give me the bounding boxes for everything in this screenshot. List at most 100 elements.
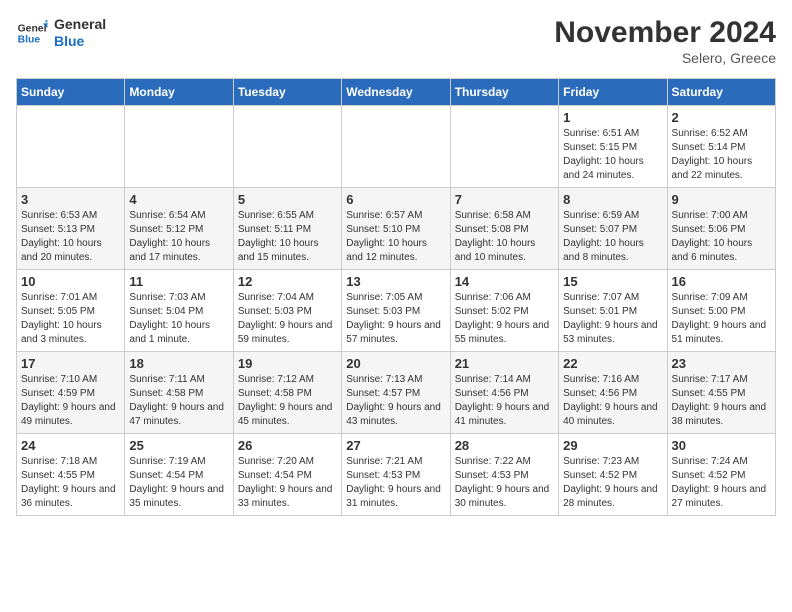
day-number: 4 xyxy=(129,192,228,207)
day-info: Sunrise: 7:13 AM Sunset: 4:57 PM Dayligh… xyxy=(346,373,445,429)
day-info: Sunrise: 7:04 AM Sunset: 5:03 PM Dayligh… xyxy=(238,291,337,347)
calendar-cell: 18 Sunrise: 7:11 AM Sunset: 4:58 PM Dayli… xyxy=(125,352,233,434)
day-info: Sunrise: 7:07 AM Sunset: 5:01 PM Dayligh… xyxy=(563,291,662,347)
weekday-header: Friday xyxy=(559,79,667,106)
day-number: 23 xyxy=(672,356,771,371)
day-info: Sunrise: 6:53 AM Sunset: 5:13 PM Dayligh… xyxy=(21,209,120,265)
calendar-cell: 13 Sunrise: 7:05 AM Sunset: 5:03 PM Dayli… xyxy=(342,270,450,352)
day-number: 8 xyxy=(563,192,662,207)
day-info: Sunrise: 7:03 AM Sunset: 5:04 PM Dayligh… xyxy=(129,291,228,347)
day-number: 17 xyxy=(21,356,120,371)
location-subtitle: Selero, Greece xyxy=(554,50,776,66)
calendar-cell xyxy=(233,106,341,188)
day-number: 7 xyxy=(455,192,554,207)
day-number: 14 xyxy=(455,274,554,289)
calendar-cell xyxy=(450,106,558,188)
day-info: Sunrise: 7:12 AM Sunset: 4:58 PM Dayligh… xyxy=(238,373,337,429)
day-info: Sunrise: 7:06 AM Sunset: 5:02 PM Dayligh… xyxy=(455,291,554,347)
weekday-header: Tuesday xyxy=(233,79,341,106)
day-info: Sunrise: 6:58 AM Sunset: 5:08 PM Dayligh… xyxy=(455,209,554,265)
day-number: 29 xyxy=(563,438,662,453)
day-number: 21 xyxy=(455,356,554,371)
calendar-cell: 3 Sunrise: 6:53 AM Sunset: 5:13 PM Daylig… xyxy=(17,188,125,270)
calendar-cell: 29 Sunrise: 7:23 AM Sunset: 4:52 PM Dayli… xyxy=(559,434,667,516)
calendar-table: SundayMondayTuesdayWednesdayThursdayFrid… xyxy=(16,78,776,516)
calendar-cell: 5 Sunrise: 6:55 AM Sunset: 5:11 PM Daylig… xyxy=(233,188,341,270)
calendar-cell: 19 Sunrise: 7:12 AM Sunset: 4:58 PM Dayli… xyxy=(233,352,341,434)
calendar-cell: 30 Sunrise: 7:24 AM Sunset: 4:52 PM Dayli… xyxy=(667,434,775,516)
calendar-cell: 27 Sunrise: 7:21 AM Sunset: 4:53 PM Dayli… xyxy=(342,434,450,516)
day-info: Sunrise: 6:51 AM Sunset: 5:15 PM Dayligh… xyxy=(563,127,662,183)
day-info: Sunrise: 6:54 AM Sunset: 5:12 PM Dayligh… xyxy=(129,209,228,265)
calendar-cell: 14 Sunrise: 7:06 AM Sunset: 5:02 PM Dayli… xyxy=(450,270,558,352)
day-info: Sunrise: 7:05 AM Sunset: 5:03 PM Dayligh… xyxy=(346,291,445,347)
day-number: 11 xyxy=(129,274,228,289)
day-info: Sunrise: 7:09 AM Sunset: 5:00 PM Dayligh… xyxy=(672,291,771,347)
day-number: 9 xyxy=(672,192,771,207)
weekday-header: Sunday xyxy=(17,79,125,106)
calendar-cell: 20 Sunrise: 7:13 AM Sunset: 4:57 PM Dayli… xyxy=(342,352,450,434)
day-number: 3 xyxy=(21,192,120,207)
calendar-cell: 21 Sunrise: 7:14 AM Sunset: 4:56 PM Dayli… xyxy=(450,352,558,434)
day-number: 2 xyxy=(672,110,771,125)
day-info: Sunrise: 6:57 AM Sunset: 5:10 PM Dayligh… xyxy=(346,209,445,265)
day-number: 18 xyxy=(129,356,228,371)
day-number: 26 xyxy=(238,438,337,453)
calendar-cell: 22 Sunrise: 7:16 AM Sunset: 4:56 PM Dayli… xyxy=(559,352,667,434)
day-info: Sunrise: 7:21 AM Sunset: 4:53 PM Dayligh… xyxy=(346,455,445,511)
day-info: Sunrise: 7:11 AM Sunset: 4:58 PM Dayligh… xyxy=(129,373,228,429)
day-info: Sunrise: 7:19 AM Sunset: 4:54 PM Dayligh… xyxy=(129,455,228,511)
calendar-cell: 26 Sunrise: 7:20 AM Sunset: 4:54 PM Dayli… xyxy=(233,434,341,516)
day-info: Sunrise: 7:00 AM Sunset: 5:06 PM Dayligh… xyxy=(672,209,771,265)
calendar-cell: 15Sunrise: 7:07 AM Sunset: 5:01 PM Dayli… xyxy=(559,270,667,352)
day-number: 19 xyxy=(238,356,337,371)
day-info: Sunrise: 6:59 AM Sunset: 5:07 PM Dayligh… xyxy=(563,209,662,265)
day-info: Sunrise: 7:22 AM Sunset: 4:53 PM Dayligh… xyxy=(455,455,554,511)
day-number: 20 xyxy=(346,356,445,371)
day-number: 1 xyxy=(563,110,662,125)
day-number: 13 xyxy=(346,274,445,289)
day-info: Sunrise: 7:01 AM Sunset: 5:05 PM Dayligh… xyxy=(21,291,120,347)
calendar-cell xyxy=(125,106,233,188)
day-info: Sunrise: 7:20 AM Sunset: 4:54 PM Dayligh… xyxy=(238,455,337,511)
calendar-cell: 8 Sunrise: 6:59 AM Sunset: 5:07 PM Daylig… xyxy=(559,188,667,270)
calendar-cell: 6 Sunrise: 6:57 AM Sunset: 5:10 PM Daylig… xyxy=(342,188,450,270)
day-number: 5 xyxy=(238,192,337,207)
title-block: November 2024 Selero, Greece xyxy=(554,16,776,66)
day-info: Sunrise: 6:52 AM Sunset: 5:14 PM Dayligh… xyxy=(672,127,771,183)
calendar-cell: 24 Sunrise: 7:18 AM Sunset: 4:55 PM Dayli… xyxy=(17,434,125,516)
calendar-cell: 7 Sunrise: 6:58 AM Sunset: 5:08 PM Daylig… xyxy=(450,188,558,270)
day-number: 30 xyxy=(672,438,771,453)
day-info: Sunrise: 6:55 AM Sunset: 5:11 PM Dayligh… xyxy=(238,209,337,265)
logo: General Blue General Blue xyxy=(16,16,106,50)
day-info: Sunrise: 7:14 AM Sunset: 4:56 PM Dayligh… xyxy=(455,373,554,429)
calendar-cell: 17 Sunrise: 7:10 AM Sunset: 4:59 PM Dayli… xyxy=(17,352,125,434)
day-info: Sunrise: 7:10 AM Sunset: 4:59 PM Dayligh… xyxy=(21,373,120,429)
day-info: Sunrise: 7:18 AM Sunset: 4:55 PM Dayligh… xyxy=(21,455,120,511)
weekday-header: Thursday xyxy=(450,79,558,106)
day-number: 12 xyxy=(238,274,337,289)
calendar-cell: 11 Sunrise: 7:03 AM Sunset: 5:04 PM Dayli… xyxy=(125,270,233,352)
calendar-cell: 4 Sunrise: 6:54 AM Sunset: 5:12 PM Daylig… xyxy=(125,188,233,270)
day-number: 24 xyxy=(21,438,120,453)
day-number: 16 xyxy=(672,274,771,289)
calendar-cell: 10Sunrise: 7:01 AM Sunset: 5:05 PM Dayli… xyxy=(17,270,125,352)
calendar-cell: 12 Sunrise: 7:04 AM Sunset: 5:03 PM Dayli… xyxy=(233,270,341,352)
svg-text:General: General xyxy=(18,23,48,34)
calendar-cell: 16 Sunrise: 7:09 AM Sunset: 5:00 PM Dayli… xyxy=(667,270,775,352)
weekday-header: Saturday xyxy=(667,79,775,106)
day-number: 6 xyxy=(346,192,445,207)
day-number: 25 xyxy=(129,438,228,453)
day-info: Sunrise: 7:23 AM Sunset: 4:52 PM Dayligh… xyxy=(563,455,662,511)
day-number: 22 xyxy=(563,356,662,371)
weekday-header: Monday xyxy=(125,79,233,106)
calendar-cell xyxy=(342,106,450,188)
calendar-cell: 23 Sunrise: 7:17 AM Sunset: 4:55 PM Dayli… xyxy=(667,352,775,434)
day-info: Sunrise: 7:17 AM Sunset: 4:55 PM Dayligh… xyxy=(672,373,771,429)
calendar-cell: 25 Sunrise: 7:19 AM Sunset: 4:54 PM Dayli… xyxy=(125,434,233,516)
calendar-cell: 28Sunrise: 7:22 AM Sunset: 4:53 PM Dayli… xyxy=(450,434,558,516)
day-info: Sunrise: 7:24 AM Sunset: 4:52 PM Dayligh… xyxy=(672,455,771,511)
calendar-cell: 9 Sunrise: 7:00 AM Sunset: 5:06 PM Daylig… xyxy=(667,188,775,270)
day-info: Sunrise: 7:16 AM Sunset: 4:56 PM Dayligh… xyxy=(563,373,662,429)
day-number: 27 xyxy=(346,438,445,453)
